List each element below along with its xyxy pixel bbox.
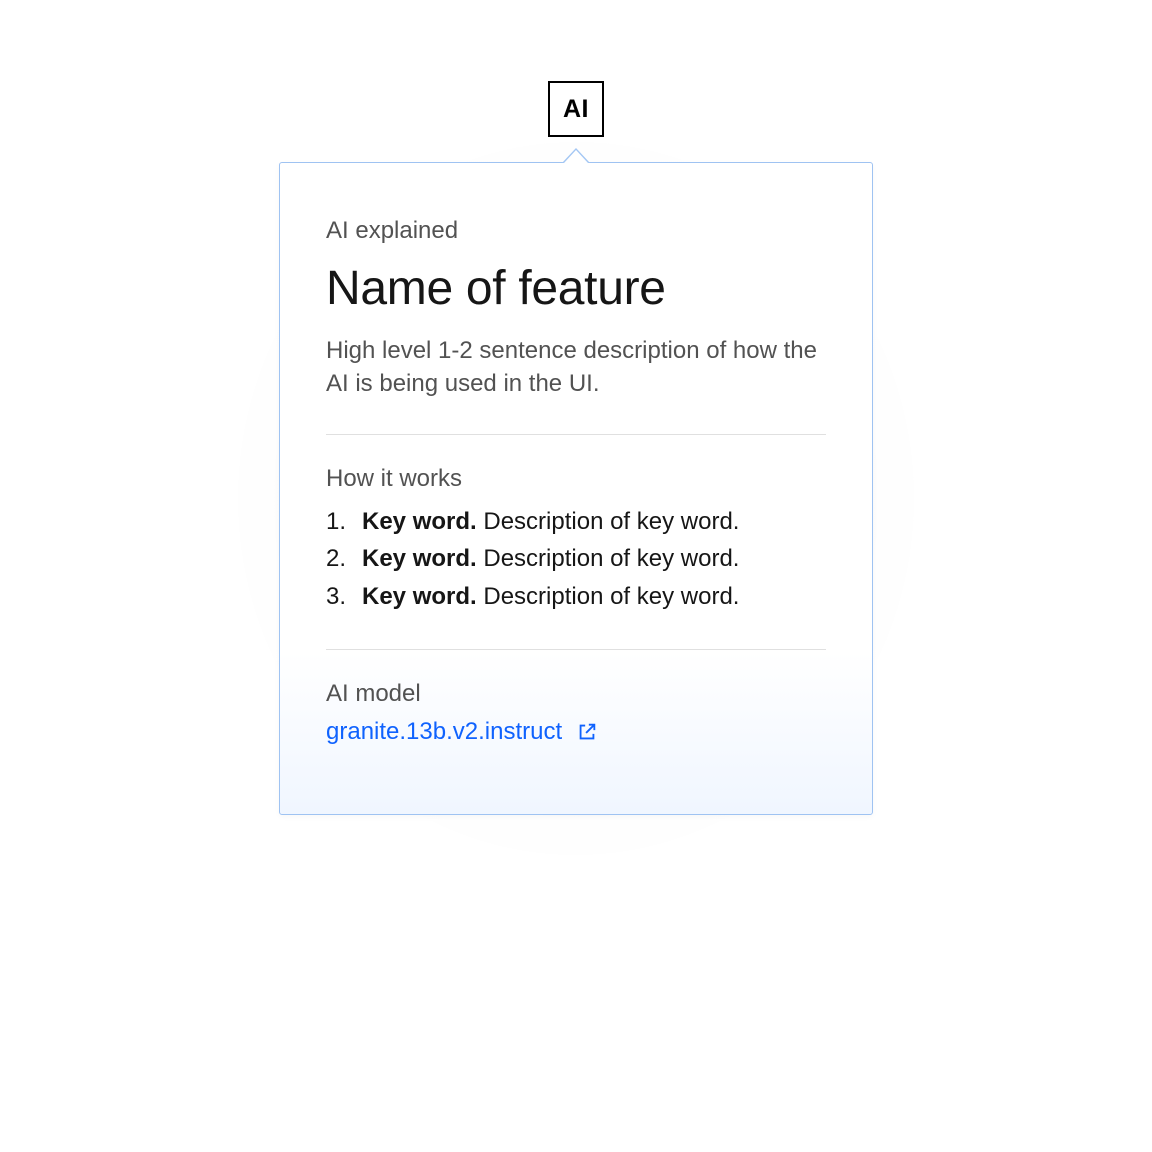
list-item: Key word. Description of key word. bbox=[326, 540, 826, 577]
popover-body: AI explained Name of feature High level … bbox=[279, 162, 873, 815]
list-item: Key word. Description of key word. bbox=[326, 578, 826, 615]
popover-overline: AI explained bbox=[326, 217, 826, 245]
list-item: Key word. Description of key word. bbox=[326, 503, 826, 540]
ai-model-link-text: granite.13b.v2.instruct bbox=[326, 718, 562, 746]
how-it-works-label: How it works bbox=[326, 465, 826, 493]
ai-model-link[interactable]: granite.13b.v2.instruct bbox=[326, 718, 598, 746]
list-item-keyword: Key word. bbox=[362, 545, 477, 572]
ai-model-label: AI model bbox=[326, 680, 826, 708]
list-item-keyword: Key word. bbox=[362, 508, 477, 535]
how-it-works-list: Key word. Description of key word. Key w… bbox=[326, 503, 826, 615]
list-item-desc: Description of key word. bbox=[477, 583, 740, 610]
feature-description: High level 1-2 sentence description of h… bbox=[326, 334, 826, 400]
list-item-desc: Description of key word. bbox=[477, 508, 740, 535]
list-item-keyword: Key word. bbox=[362, 583, 477, 610]
divider bbox=[326, 434, 826, 435]
ai-badge-label: AI bbox=[563, 95, 589, 124]
list-item-desc: Description of key word. bbox=[477, 545, 740, 572]
ai-explainer-popover: AI explained Name of feature High level … bbox=[279, 148, 873, 815]
external-link-icon bbox=[576, 721, 598, 743]
divider bbox=[326, 649, 826, 650]
feature-title: Name of feature bbox=[326, 261, 826, 316]
